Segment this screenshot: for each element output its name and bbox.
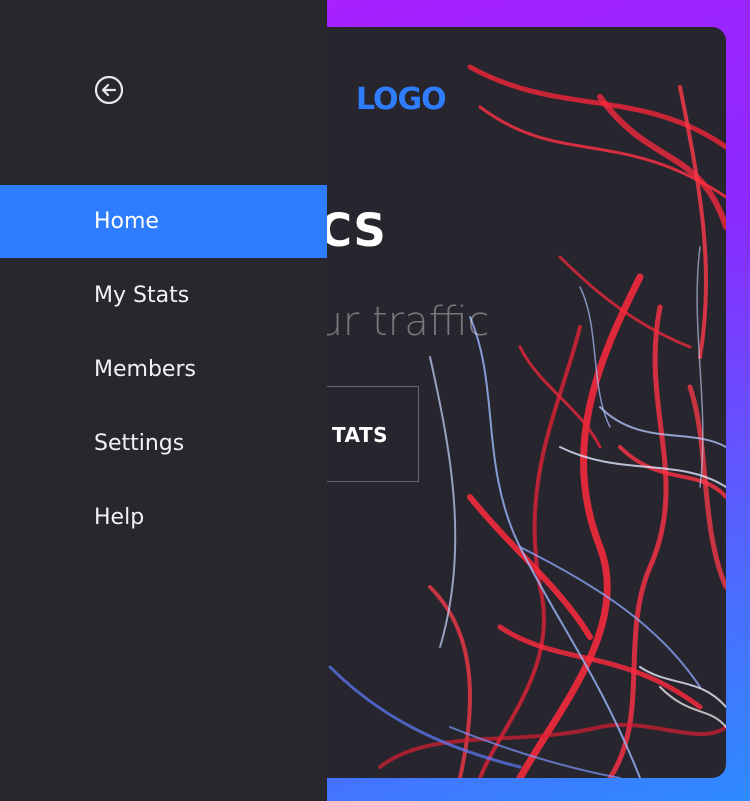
sidebar-item-home[interactable]: Home <box>0 185 327 258</box>
sidebar-item-my-stats[interactable]: My Stats <box>0 259 327 332</box>
sidebar-item-help[interactable]: Help <box>0 481 327 554</box>
close-sidebar-button[interactable] <box>93 74 125 106</box>
sidebar-nav: Home My Stats Members Settings Help <box>0 185 327 554</box>
arrow-left-circle-icon <box>94 75 124 105</box>
logo[interactable]: LOGO <box>356 82 447 117</box>
sidebar-item-label: Members <box>94 357 196 382</box>
sidebar-item-label: Help <box>94 505 145 530</box>
sidebar: Home My Stats Members Settings Help <box>0 0 327 801</box>
sidebar-item-label: My Stats <box>94 283 190 308</box>
sidebar-item-members[interactable]: Members <box>0 333 327 406</box>
sidebar-item-settings[interactable]: Settings <box>0 407 327 480</box>
sidebar-item-label: Home <box>94 209 159 234</box>
sidebar-item-label: Settings <box>94 431 185 456</box>
